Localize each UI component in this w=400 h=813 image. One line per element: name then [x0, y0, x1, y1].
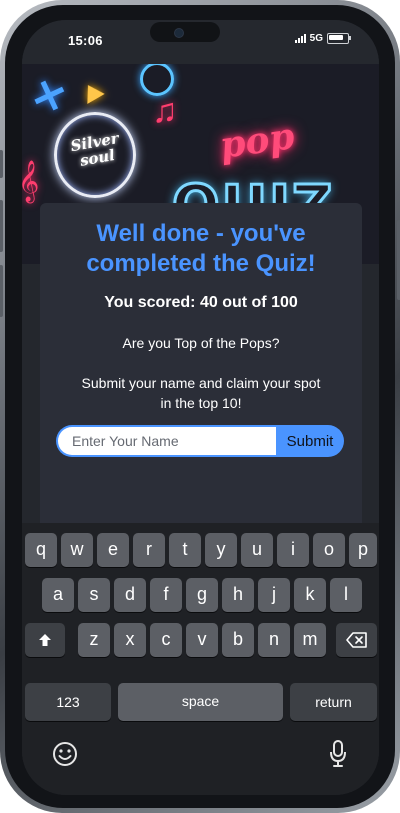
keyboard-row-2: a s d f g h j k l	[22, 578, 379, 612]
key-y[interactable]: y	[205, 533, 237, 567]
key-u[interactable]: u	[241, 533, 273, 567]
backspace-key[interactable]	[336, 623, 377, 657]
key-v[interactable]: v	[186, 623, 218, 657]
key-x[interactable]: x	[114, 623, 146, 657]
key-j[interactable]: j	[258, 578, 290, 612]
submit-prompt: Submit your name and claim your spot in …	[81, 375, 321, 411]
phone-frame: 15:06 5G ✕ ♫ 𝄞 Silver soul pop QUIZ	[0, 0, 400, 813]
dictation-button[interactable]	[328, 739, 348, 774]
music-note-icon: ♫	[152, 92, 178, 130]
neon-cross-icon: ✕	[25, 70, 73, 124]
shift-icon	[39, 634, 51, 646]
key-s[interactable]: s	[78, 578, 110, 612]
key-d[interactable]: d	[114, 578, 146, 612]
key-k[interactable]: k	[294, 578, 326, 612]
top-of-pops-question: Are you Top of the Pops?	[122, 335, 280, 351]
banner-pop-word: pop	[217, 115, 297, 167]
status-bar: 15:06 5G	[22, 20, 379, 64]
screen: 15:06 5G ✕ ♫ 𝄞 Silver soul pop QUIZ	[22, 20, 379, 795]
neon-triangle-icon	[79, 80, 105, 104]
keyboard-row-1: q w e r t y u i o p	[22, 533, 379, 567]
key-t[interactable]: t	[169, 533, 201, 567]
signal-icon	[294, 34, 306, 43]
space-key[interactable]: space	[118, 683, 283, 721]
quiz-result-card: Well done - you've completed the Quiz! Y…	[40, 203, 362, 533]
backspace-icon	[345, 632, 367, 648]
name-input[interactable]	[56, 425, 294, 457]
name-submit-form: Submit	[56, 425, 346, 457]
key-l[interactable]: l	[330, 578, 362, 612]
keyboard-row-4: 123 space return	[22, 683, 379, 721]
key-e[interactable]: e	[97, 533, 129, 567]
emoji-button[interactable]	[52, 741, 78, 772]
score-text: You scored: 40 out of 100	[104, 294, 298, 311]
key-g[interactable]: g	[186, 578, 218, 612]
mute-switch	[0, 150, 3, 178]
microphone-icon	[330, 740, 346, 767]
shift-key[interactable]	[25, 623, 65, 657]
key-q[interactable]: q	[25, 533, 57, 567]
key-o[interactable]: o	[313, 533, 345, 567]
submit-button[interactable]: Submit	[276, 425, 344, 457]
key-w[interactable]: w	[61, 533, 93, 567]
dynamic-island	[150, 22, 220, 42]
status-indicators: 5G	[294, 33, 351, 44]
key-r[interactable]: r	[133, 533, 165, 567]
treble-clef-icon: 𝄞	[22, 160, 40, 201]
emoji-icon	[53, 742, 77, 766]
key-z[interactable]: z	[78, 623, 110, 657]
result-title: Well done - you've completed the Quiz!	[86, 220, 316, 277]
volume-up-button	[0, 200, 3, 252]
key-m[interactable]: m	[294, 623, 326, 657]
numbers-key[interactable]: 123	[25, 683, 111, 721]
on-screen-keyboard: q w e r t y u i o p a s d f g h j k l z …	[22, 523, 379, 795]
battery-icon	[327, 33, 351, 44]
volume-down-button	[0, 265, 3, 317]
key-p[interactable]: p	[349, 533, 377, 567]
keyboard-row-3: z x c v b n m	[22, 623, 379, 657]
key-i[interactable]: i	[277, 533, 309, 567]
key-c[interactable]: c	[150, 623, 182, 657]
network-type: 5G	[309, 33, 323, 44]
return-key[interactable]: return	[290, 683, 377, 721]
key-a[interactable]: a	[42, 578, 74, 612]
key-f[interactable]: f	[150, 578, 182, 612]
camera-icon	[174, 28, 184, 38]
key-b[interactable]: b	[222, 623, 254, 657]
key-n[interactable]: n	[258, 623, 290, 657]
status-time: 15:06	[68, 33, 103, 48]
key-h[interactable]: h	[222, 578, 254, 612]
